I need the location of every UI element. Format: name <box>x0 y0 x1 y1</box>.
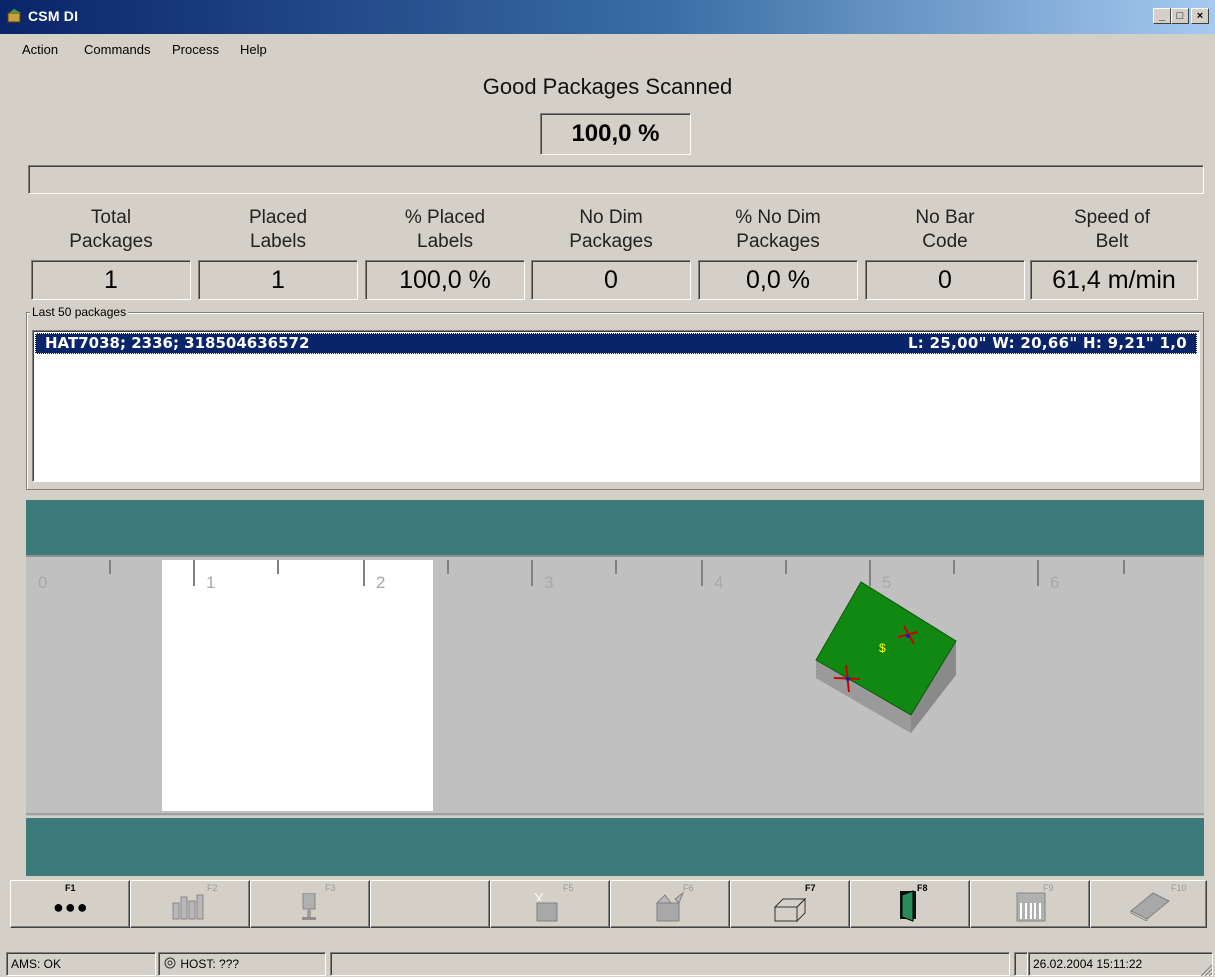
f1-key-label: F1 <box>65 883 76 893</box>
package-list[interactable]: HAT7038; 2336; 318504636572 L: 25,00" W:… <box>32 330 1200 482</box>
f3-button[interactable]: F3 <box>250 880 370 928</box>
host-status: HOST: ??? <box>158 952 326 976</box>
ruler-label-6: 6 <box>1050 573 1059 592</box>
f7-key-label: F7 <box>805 883 816 893</box>
scanner-icon <box>302 893 316 920</box>
ruler-label-4: 4 <box>714 573 723 592</box>
ruler-label-2: 2 <box>376 573 385 592</box>
top-rail <box>26 500 1204 556</box>
ams-status-text: AMS: OK <box>11 957 62 971</box>
stat-label-nobarcode: No Bar Code <box>915 207 975 252</box>
minimize-button[interactable]: _ <box>1153 8 1171 24</box>
f9-button[interactable]: F9 <box>970 880 1090 928</box>
stat-value-placed: 1 <box>198 260 358 300</box>
status-indicator <box>1014 952 1028 976</box>
dots-icon: ●●● <box>53 897 89 917</box>
stat-value-total: 1 <box>31 260 191 300</box>
stat-label-nodim-pct: % No Dim Packages <box>735 207 821 252</box>
list-item[interactable]: HAT7038; 2336; 318504636572 L: 25,00" W:… <box>35 333 1197 354</box>
resize-grip-icon[interactable] <box>1199 963 1213 977</box>
stat-value-nobarcode: 0 <box>865 260 1025 300</box>
ruler-label-5: 5 <box>882 573 891 592</box>
stat-value-placed-pct: 100,0 % <box>365 260 525 300</box>
f5-button[interactable]: F5 <box>490 880 610 928</box>
package-id-text: HAT7038; 2336; 318504636572 <box>45 334 310 352</box>
menu-help[interactable]: Help <box>240 42 267 57</box>
ruler-label-3: 3 <box>544 573 553 592</box>
package-symbol: $ <box>879 641 886 655</box>
box-open-icon <box>655 891 685 922</box>
f6-button[interactable]: F6 <box>610 880 730 928</box>
progress-bar <box>28 165 1204 194</box>
chart-icon <box>172 894 204 920</box>
app-icon <box>7 9 21 23</box>
connection-icon <box>164 957 176 969</box>
host-status-text: HOST: ??? <box>180 957 240 971</box>
menu-process[interactable]: Process <box>172 42 219 57</box>
good-packages-title: Good Packages Scanned <box>482 74 733 99</box>
f2-key-label: F2 <box>207 883 218 893</box>
ams-status: AMS: OK <box>6 952 156 976</box>
box-outline-icon <box>773 897 807 923</box>
blank-button[interactable] <box>370 880 490 928</box>
status-message <box>330 952 1010 976</box>
f10-button[interactable]: F10 <box>1090 880 1207 928</box>
window-title: CSM DI <box>28 8 79 24</box>
conveyor-view: 0 1 2 3 4 5 6 $ <box>26 500 1204 876</box>
close-button[interactable]: × <box>1191 8 1209 24</box>
box-scan-icon <box>534 892 558 922</box>
stat-value-nodim: 0 <box>531 260 691 300</box>
stat-label-nodim: No Dim Packages <box>569 207 653 252</box>
package-dims-text: L: 25,00" W: 20,66" H: 9,21" 1,0 <box>907 334 1187 352</box>
f2-button[interactable]: F2 <box>130 880 250 928</box>
f8-button[interactable]: F8 <box>850 880 970 928</box>
ruler-label-0: 0 <box>38 573 47 592</box>
bottom-rail <box>26 818 1204 876</box>
datetime-status: 26.02.2004 15:11:22 <box>1028 952 1213 976</box>
book-icon <box>1130 892 1170 921</box>
f10-key-label: F10 <box>1171 883 1187 893</box>
stat-label-total: Total Packages <box>69 207 153 252</box>
datetime-text: 26.02.2004 15:11:22 <box>1033 957 1143 971</box>
label-zone <box>162 560 433 811</box>
f5-key-label: F5 <box>563 883 574 893</box>
stat-label-speed: Speed of Belt <box>1073 207 1151 252</box>
last-packages-label: Last 50 packages <box>30 305 129 319</box>
stat-value-speed: 61,4 m/min <box>1030 260 1198 300</box>
menu-bar: Action Commands Process Help <box>0 38 1215 62</box>
f1-button[interactable]: F1 ●●● <box>10 880 130 928</box>
stat-label-placed-pct: % Placed Labels <box>404 207 486 252</box>
f7-button[interactable]: F7 <box>730 880 850 928</box>
title-bar: CSM DI _ □ × <box>0 0 1215 34</box>
function-toolbar: F1 ●●● F2 F3 F5 F6 F7 F8 F9 F10 <box>10 880 1207 928</box>
good-packages-value: 100,0 % <box>540 113 691 155</box>
stat-label-placed: Placed Labels <box>248 207 308 252</box>
stat-value-nodim-pct: 0,0 % <box>698 260 858 300</box>
f3-key-label: F3 <box>325 883 336 893</box>
menu-action[interactable]: Action <box>22 42 58 57</box>
maximize-button[interactable]: □ <box>1171 8 1189 24</box>
barcode-icon <box>1016 892 1046 922</box>
exit-door-icon <box>900 890 916 922</box>
ruler-label-1: 1 <box>206 573 215 592</box>
menu-commands[interactable]: Commands <box>84 42 150 57</box>
